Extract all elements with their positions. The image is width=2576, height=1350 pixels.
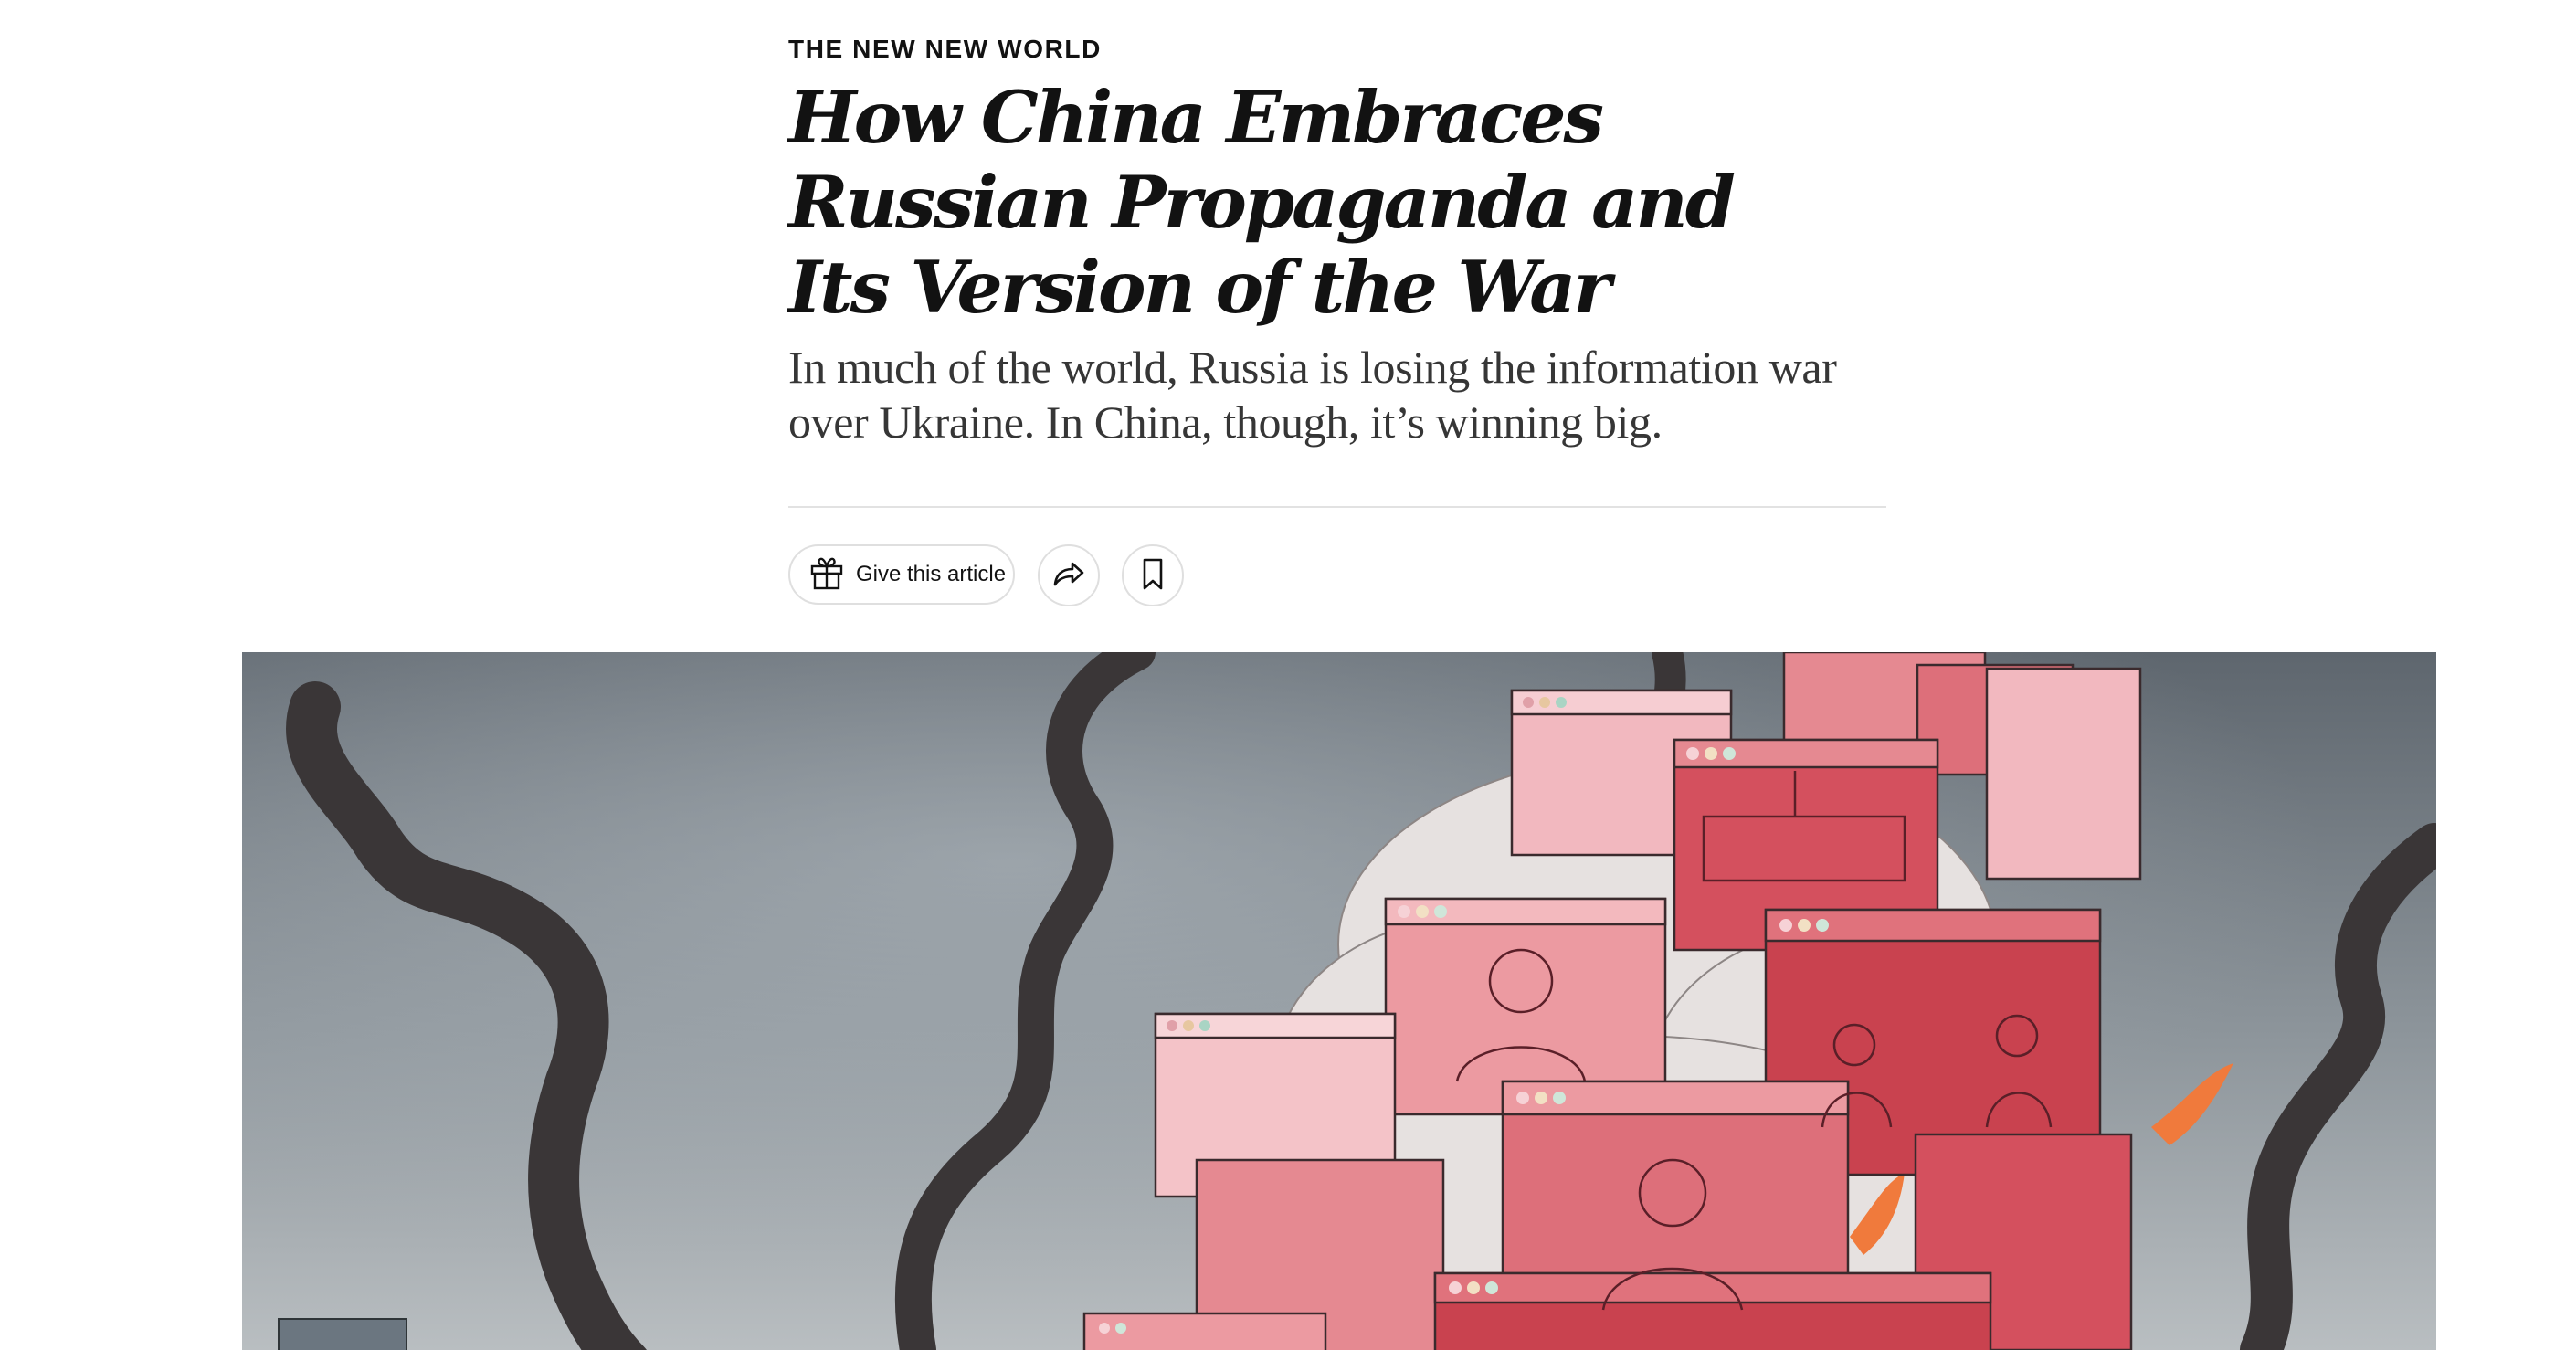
lead-illustration (242, 652, 2436, 1350)
share-icon (1050, 555, 1087, 596)
screen-13 (1082, 1312, 1327, 1350)
screen-4 (1985, 667, 2142, 881)
header-divider (788, 506, 1886, 508)
article-headline: How China Embraces Russian Propaganda an… (788, 75, 1736, 330)
screen-12 (1433, 1271, 1992, 1350)
bookmark-icon (1135, 555, 1171, 596)
give-article-label: Give this article (856, 562, 1007, 586)
save-button[interactable] (1122, 544, 1184, 606)
illustration-artwork (242, 652, 2436, 1350)
gift-icon (808, 554, 845, 596)
building (278, 1318, 407, 1350)
give-article-button[interactable]: Give this article (788, 544, 1015, 605)
article-summary: In much of the world, Russia is losing t… (788, 342, 1837, 448)
article-kicker[interactable]: The New New World (788, 35, 1102, 64)
share-button[interactable] (1038, 544, 1100, 606)
